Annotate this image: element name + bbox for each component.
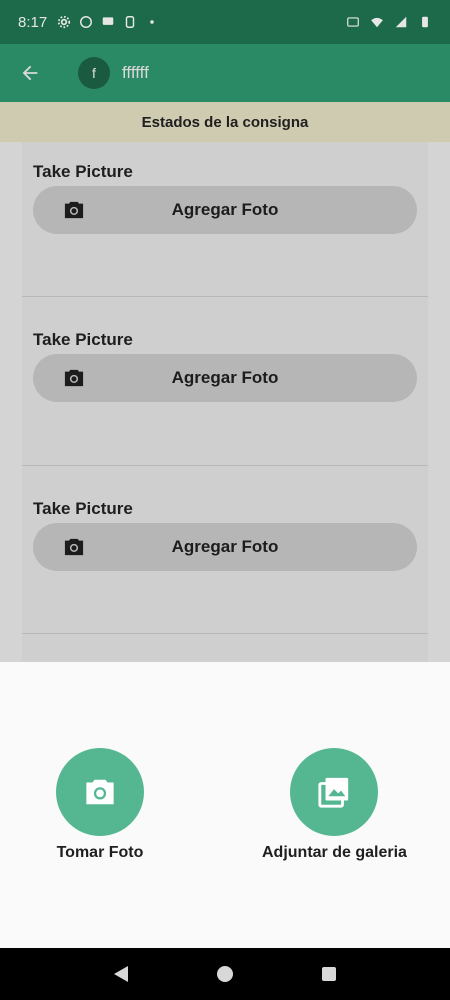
- signal-icon: [395, 16, 407, 28]
- status-bar: 8:17: [0, 0, 450, 44]
- gallery-option[interactable]: Adjuntar de galeria: [262, 748, 407, 862]
- picture-list: Take Picture Agregar Foto Take Picture A…: [22, 142, 428, 662]
- dot-icon: [150, 20, 154, 24]
- add-photo-button[interactable]: Agregar Foto: [33, 523, 417, 571]
- add-photo-button[interactable]: Agregar Foto: [33, 354, 417, 402]
- nav-recents-icon[interactable]: [321, 967, 336, 981]
- battery-icon: [422, 16, 428, 28]
- status-banner: Estados de la consigna: [0, 102, 450, 142]
- add-photo-label: Agregar Foto: [171, 200, 279, 219]
- camera-icon: [64, 538, 84, 556]
- take-photo-button[interactable]: [56, 748, 144, 836]
- gallery-label: Adjuntar de galeria: [262, 844, 407, 861]
- gallery-button[interactable]: [290, 748, 379, 836]
- divider: [22, 633, 428, 634]
- add-photo-label: Agregar Foto: [171, 368, 279, 387]
- back-arrow-icon: [22, 65, 38, 81]
- settings-icon: [58, 15, 71, 29]
- add-photo-label: Agregar Foto: [171, 537, 279, 556]
- wifi-icon: [371, 17, 383, 28]
- gallery-icon: [318, 777, 349, 808]
- app-bar: f ffffff: [0, 44, 450, 102]
- nav-home-icon[interactable]: [216, 966, 233, 982]
- take-photo-option[interactable]: Tomar Foto: [56, 748, 144, 862]
- app-icon: [125, 16, 135, 28]
- data-saver-icon: [347, 17, 359, 27]
- add-photo-button[interactable]: Agregar Foto: [33, 186, 417, 234]
- photo-source-sheet: Tomar Foto Adjuntar de galeria: [0, 662, 450, 948]
- nav-back-icon[interactable]: [114, 966, 129, 982]
- page-title: ffffff: [122, 63, 149, 82]
- divider: [22, 296, 428, 297]
- take-photo-label: Tomar Foto: [56, 844, 144, 861]
- system-icons: [346, 15, 432, 29]
- section-label: Take Picture: [33, 162, 133, 181]
- section-label: Take Picture: [33, 499, 133, 518]
- system-nav-bar: [0, 948, 450, 1000]
- back-button[interactable]: [0, 44, 60, 102]
- divider: [22, 465, 428, 466]
- avatar: f: [78, 57, 110, 89]
- whatsapp-icon: [80, 16, 93, 28]
- camera-icon: [64, 201, 84, 219]
- scrim-right: [428, 142, 450, 662]
- section-label: Take Picture: [33, 330, 133, 349]
- camera-icon: [64, 369, 84, 387]
- scrim-left: [0, 142, 22, 662]
- status-time: 8:17: [18, 13, 48, 31]
- notification-icons: [57, 15, 159, 29]
- camera-icon: [86, 779, 114, 805]
- chat-icon: [102, 17, 114, 25]
